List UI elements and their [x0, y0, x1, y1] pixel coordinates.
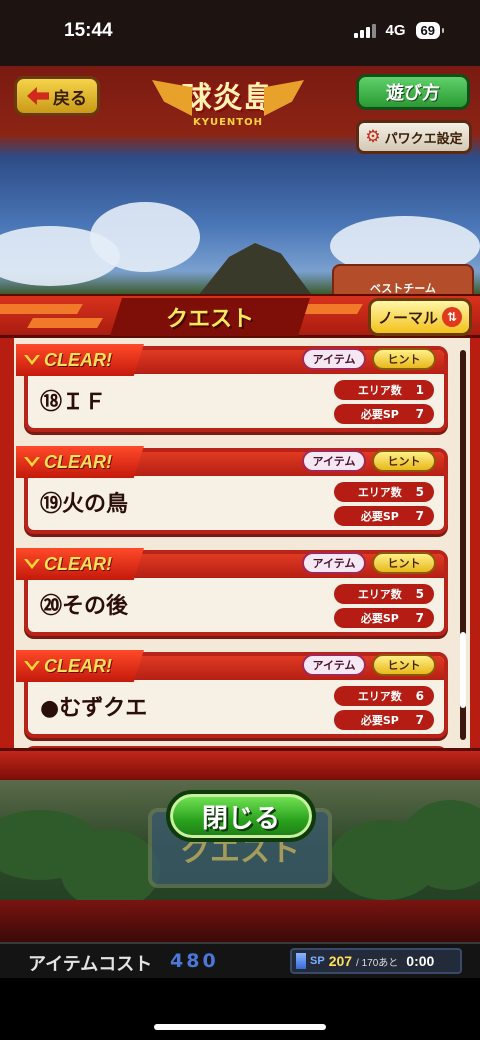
sp-icon [296, 953, 306, 969]
status-indicators: 4G 69 [353, 22, 445, 39]
chevron-down-icon [24, 559, 40, 569]
clear-label: CLEAR! [44, 655, 112, 676]
cloud-decoration [90, 202, 200, 272]
quest-name: ⑱ＩＦ [40, 390, 107, 415]
quest-name: ●むずクエ [40, 696, 148, 721]
chevron-down-icon [24, 661, 40, 671]
quest-item[interactable]: CLEAR! アイテム ヒント ⑳その後 エリア数 5 必要SP 7 [16, 548, 448, 636]
chevron-down-icon [24, 457, 40, 467]
gear-icon: ⚙ [365, 127, 381, 147]
clear-badge: CLEAR! [16, 446, 144, 478]
home-indicator[interactable] [154, 1024, 326, 1030]
required-sp: 必要SP 7 [334, 608, 434, 628]
quest-item[interactable]: CLEAR! アイテム ヒント ⑱ＩＦ エリア数 1 必要SP 7 [16, 344, 448, 432]
swap-icon: ⇅ [442, 307, 462, 327]
bottom-status-bar: アイテムコスト 480 SP 207 / 170あと 0:00 [0, 942, 480, 978]
sp-value: 207 [328, 953, 353, 969]
ground-strip [0, 900, 480, 942]
required-sp: 必要SP 7 [334, 404, 434, 424]
item-button[interactable]: アイテム [302, 654, 366, 676]
item-button[interactable]: アイテム [302, 552, 366, 574]
quest-name: ⑳その後 [40, 594, 129, 619]
difficulty-toggle-button[interactable]: ノーマル ⇅ [368, 298, 472, 336]
game-background: 戻る 球炎島 KYUENTOH 遊び方 ⚙ パワクエ設定 ベストチーム [0, 66, 480, 294]
help-button[interactable]: 遊び方 [356, 74, 470, 110]
best-team-tab[interactable]: ベストチーム [332, 264, 474, 294]
area-count-label: エリア数 [357, 588, 402, 601]
scrollbar-thumb[interactable] [460, 632, 466, 708]
area-count: エリア数 5 [334, 482, 434, 502]
sp-label: SP [310, 955, 325, 967]
panel-frame-left [0, 338, 14, 756]
clear-label: CLEAR! [44, 349, 112, 370]
clear-badge: CLEAR! [16, 650, 144, 682]
bush-decoration [60, 830, 160, 910]
hint-button[interactable]: ヒント [372, 552, 436, 574]
sp-meter: SP 207 / 170あと 0:00 [290, 948, 462, 974]
area-count: エリア数 5 [334, 584, 434, 604]
settings-label: パワクエ設定 [384, 131, 463, 147]
required-sp-value: 7 [415, 509, 424, 523]
game-logo: 球炎島 KYUENTOH [152, 70, 304, 130]
back-label: 戻る [53, 88, 87, 109]
hint-button[interactable]: ヒント [372, 450, 436, 472]
back-arrow-icon [27, 87, 49, 105]
area-count-value: 5 [415, 485, 424, 499]
area-count-value: 1 [415, 383, 424, 397]
back-button[interactable]: 戻る [14, 76, 100, 116]
area-count: エリア数 6 [334, 686, 434, 706]
item-button[interactable]: アイテム [302, 450, 366, 472]
home-area [0, 978, 480, 1040]
logo-title: 球炎島 [181, 80, 275, 116]
required-sp-label: 必要SP [360, 612, 399, 625]
item-cost-value: 480 [170, 950, 219, 972]
difficulty-label: ノーマル [377, 308, 438, 327]
area-count: エリア数 1 [334, 380, 434, 400]
quest-panel-title: クエスト [110, 298, 310, 336]
required-sp-label: 必要SP [360, 714, 399, 727]
settings-button[interactable]: ⚙ パワクエ設定 [356, 120, 472, 154]
signal-icon [353, 23, 376, 38]
required-sp: 必要SP 7 [334, 506, 434, 526]
area-count-value: 6 [415, 689, 424, 703]
status-time: 15:44 [64, 20, 113, 41]
status-bar: 15:44 4G 69 [0, 0, 480, 66]
area-count-label: エリア数 [357, 690, 402, 703]
required-sp-label: 必要SP [360, 408, 399, 421]
close-button[interactable]: 閉じる [166, 790, 316, 842]
required-sp-label: 必要SP [360, 510, 399, 523]
chevron-down-icon [24, 355, 40, 365]
quest-list[interactable]: CLEAR! アイテム ヒント ⑱ＩＦ エリア数 1 必要SP 7 CLEAR!… [14, 338, 470, 748]
clear-badge: CLEAR! [16, 548, 144, 580]
hint-button[interactable]: ヒント [372, 654, 436, 676]
panel-frame-right [470, 338, 480, 756]
required-sp-value: 7 [415, 611, 424, 625]
quest-panel-header: クエスト ノーマル ⇅ [0, 294, 480, 338]
clear-label: CLEAR! [44, 451, 112, 472]
clear-badge: CLEAR! [16, 344, 144, 376]
sp-subtext: / 170あと [356, 957, 399, 969]
quest-item[interactable]: CLEAR! アイテム ヒント ●むずクエ エリア数 6 必要SP 7 [16, 650, 448, 738]
required-sp: 必要SP 7 [334, 710, 434, 730]
header-stripe [0, 304, 83, 314]
quest-name: ⑲火の鳥 [40, 492, 129, 517]
area-count-label: エリア数 [357, 384, 402, 397]
panel-footer [0, 748, 480, 780]
required-sp-value: 7 [415, 713, 424, 727]
network-label: 4G [385, 22, 406, 39]
mountain-decoration [190, 243, 320, 294]
quest-item[interactable]: CLEAR! アイテム ヒント ⑲火の鳥 エリア数 5 必要SP 7 [16, 446, 448, 534]
item-cost-label: アイテムコスト [28, 954, 153, 975]
clear-label: CLEAR! [44, 553, 112, 574]
battery-icon: 69 [415, 22, 445, 39]
header-stripe [27, 318, 103, 328]
item-button[interactable]: アイテム [302, 348, 366, 370]
required-sp-value: 7 [415, 407, 424, 421]
sp-timer: 0:00 [406, 953, 435, 969]
logo-subtitle: KYUENTOH [192, 116, 263, 128]
hint-button[interactable]: ヒント [372, 348, 436, 370]
area-count-label: エリア数 [357, 486, 402, 499]
area-count-value: 5 [415, 587, 424, 601]
